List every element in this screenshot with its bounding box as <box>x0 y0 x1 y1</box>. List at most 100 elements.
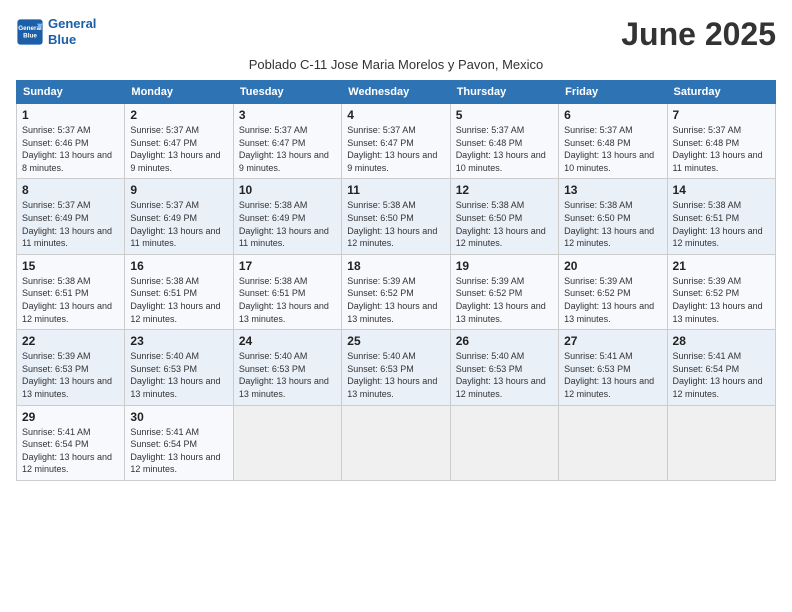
day-number: 3 <box>239 108 336 122</box>
table-row: 11 Sunrise: 5:38 AM Sunset: 6:50 PM Dayl… <box>342 179 450 254</box>
day-info: Sunrise: 5:38 AM Sunset: 6:49 PM Dayligh… <box>239 199 336 249</box>
table-row: 10 Sunrise: 5:38 AM Sunset: 6:49 PM Dayl… <box>233 179 341 254</box>
header: General Blue General Blue June 2025 <box>16 16 776 53</box>
day-number: 25 <box>347 334 444 348</box>
calendar-row: 15 Sunrise: 5:38 AM Sunset: 6:51 PM Dayl… <box>17 254 776 329</box>
day-info: Sunrise: 5:38 AM Sunset: 6:50 PM Dayligh… <box>347 199 444 249</box>
day-info: Sunrise: 5:41 AM Sunset: 6:54 PM Dayligh… <box>22 426 119 476</box>
table-row: 28 Sunrise: 5:41 AM Sunset: 6:54 PM Dayl… <box>667 330 775 405</box>
table-row: 6 Sunrise: 5:37 AM Sunset: 6:48 PM Dayli… <box>559 104 667 179</box>
day-number: 4 <box>347 108 444 122</box>
day-number: 9 <box>130 183 227 197</box>
day-info: Sunrise: 5:39 AM Sunset: 6:53 PM Dayligh… <box>22 350 119 400</box>
day-number: 19 <box>456 259 553 273</box>
table-row: 2 Sunrise: 5:37 AM Sunset: 6:47 PM Dayli… <box>125 104 233 179</box>
table-row: 22 Sunrise: 5:39 AM Sunset: 6:53 PM Dayl… <box>17 330 125 405</box>
header-tuesday: Tuesday <box>233 81 341 104</box>
day-info: Sunrise: 5:39 AM Sunset: 6:52 PM Dayligh… <box>347 275 444 325</box>
day-number: 12 <box>456 183 553 197</box>
header-thursday: Thursday <box>450 81 558 104</box>
table-row: 12 Sunrise: 5:38 AM Sunset: 6:50 PM Dayl… <box>450 179 558 254</box>
table-row: 5 Sunrise: 5:37 AM Sunset: 6:48 PM Dayli… <box>450 104 558 179</box>
day-number: 5 <box>456 108 553 122</box>
day-number: 18 <box>347 259 444 273</box>
day-info: Sunrise: 5:37 AM Sunset: 6:47 PM Dayligh… <box>347 124 444 174</box>
table-row: 29 Sunrise: 5:41 AM Sunset: 6:54 PM Dayl… <box>17 405 125 480</box>
day-info: Sunrise: 5:40 AM Sunset: 6:53 PM Dayligh… <box>456 350 553 400</box>
table-row <box>450 405 558 480</box>
header-wednesday: Wednesday <box>342 81 450 104</box>
day-info: Sunrise: 5:38 AM Sunset: 6:50 PM Dayligh… <box>456 199 553 249</box>
day-number: 10 <box>239 183 336 197</box>
logo: General Blue General Blue <box>16 16 96 47</box>
table-row: 14 Sunrise: 5:38 AM Sunset: 6:51 PM Dayl… <box>667 179 775 254</box>
table-row <box>342 405 450 480</box>
day-number: 20 <box>564 259 661 273</box>
table-row: 27 Sunrise: 5:41 AM Sunset: 6:53 PM Dayl… <box>559 330 667 405</box>
table-row: 17 Sunrise: 5:38 AM Sunset: 6:51 PM Dayl… <box>233 254 341 329</box>
day-number: 13 <box>564 183 661 197</box>
day-info: Sunrise: 5:38 AM Sunset: 6:51 PM Dayligh… <box>673 199 770 249</box>
day-info: Sunrise: 5:41 AM Sunset: 6:54 PM Dayligh… <box>673 350 770 400</box>
day-info: Sunrise: 5:37 AM Sunset: 6:46 PM Dayligh… <box>22 124 119 174</box>
svg-text:Blue: Blue <box>23 32 37 39</box>
day-number: 7 <box>673 108 770 122</box>
day-info: Sunrise: 5:41 AM Sunset: 6:53 PM Dayligh… <box>564 350 661 400</box>
calendar-row: 1 Sunrise: 5:37 AM Sunset: 6:46 PM Dayli… <box>17 104 776 179</box>
day-number: 30 <box>130 410 227 424</box>
header-sunday: Sunday <box>17 81 125 104</box>
header-monday: Monday <box>125 81 233 104</box>
table-row <box>233 405 341 480</box>
day-number: 27 <box>564 334 661 348</box>
table-row: 1 Sunrise: 5:37 AM Sunset: 6:46 PM Dayli… <box>17 104 125 179</box>
calendar-row: 22 Sunrise: 5:39 AM Sunset: 6:53 PM Dayl… <box>17 330 776 405</box>
table-row: 3 Sunrise: 5:37 AM Sunset: 6:47 PM Dayli… <box>233 104 341 179</box>
day-number: 1 <box>22 108 119 122</box>
day-info: Sunrise: 5:39 AM Sunset: 6:52 PM Dayligh… <box>456 275 553 325</box>
day-number: 14 <box>673 183 770 197</box>
day-info: Sunrise: 5:37 AM Sunset: 6:49 PM Dayligh… <box>22 199 119 249</box>
day-info: Sunrise: 5:38 AM Sunset: 6:51 PM Dayligh… <box>22 275 119 325</box>
table-row <box>667 405 775 480</box>
day-info: Sunrise: 5:39 AM Sunset: 6:52 PM Dayligh… <box>673 275 770 325</box>
calendar-row: 8 Sunrise: 5:37 AM Sunset: 6:49 PM Dayli… <box>17 179 776 254</box>
title-area: June 2025 <box>621 16 776 53</box>
table-row: 16 Sunrise: 5:38 AM Sunset: 6:51 PM Dayl… <box>125 254 233 329</box>
day-number: 24 <box>239 334 336 348</box>
table-row: 18 Sunrise: 5:39 AM Sunset: 6:52 PM Dayl… <box>342 254 450 329</box>
logo-line2: Blue <box>48 32 76 47</box>
day-info: Sunrise: 5:38 AM Sunset: 6:51 PM Dayligh… <box>239 275 336 325</box>
day-info: Sunrise: 5:37 AM Sunset: 6:49 PM Dayligh… <box>130 199 227 249</box>
day-info: Sunrise: 5:40 AM Sunset: 6:53 PM Dayligh… <box>130 350 227 400</box>
table-row: 26 Sunrise: 5:40 AM Sunset: 6:53 PM Dayl… <box>450 330 558 405</box>
day-info: Sunrise: 5:38 AM Sunset: 6:51 PM Dayligh… <box>130 275 227 325</box>
table-row: 21 Sunrise: 5:39 AM Sunset: 6:52 PM Dayl… <box>667 254 775 329</box>
day-info: Sunrise: 5:38 AM Sunset: 6:50 PM Dayligh… <box>564 199 661 249</box>
day-number: 17 <box>239 259 336 273</box>
logo-line1: General <box>48 16 96 31</box>
calendar-row: 29 Sunrise: 5:41 AM Sunset: 6:54 PM Dayl… <box>17 405 776 480</box>
table-row: 30 Sunrise: 5:41 AM Sunset: 6:54 PM Dayl… <box>125 405 233 480</box>
logo-icon: General Blue <box>16 18 44 46</box>
table-row: 13 Sunrise: 5:38 AM Sunset: 6:50 PM Dayl… <box>559 179 667 254</box>
day-info: Sunrise: 5:39 AM Sunset: 6:52 PM Dayligh… <box>564 275 661 325</box>
day-info: Sunrise: 5:37 AM Sunset: 6:47 PM Dayligh… <box>130 124 227 174</box>
table-row: 25 Sunrise: 5:40 AM Sunset: 6:53 PM Dayl… <box>342 330 450 405</box>
table-row: 20 Sunrise: 5:39 AM Sunset: 6:52 PM Dayl… <box>559 254 667 329</box>
day-info: Sunrise: 5:40 AM Sunset: 6:53 PM Dayligh… <box>239 350 336 400</box>
day-number: 28 <box>673 334 770 348</box>
day-number: 23 <box>130 334 227 348</box>
table-row: 4 Sunrise: 5:37 AM Sunset: 6:47 PM Dayli… <box>342 104 450 179</box>
day-info: Sunrise: 5:40 AM Sunset: 6:53 PM Dayligh… <box>347 350 444 400</box>
day-number: 8 <box>22 183 119 197</box>
month-title: June 2025 <box>621 16 776 53</box>
table-row <box>559 405 667 480</box>
table-row: 24 Sunrise: 5:40 AM Sunset: 6:53 PM Dayl… <box>233 330 341 405</box>
logo-text: General Blue <box>48 16 96 47</box>
day-number: 16 <box>130 259 227 273</box>
table-row: 23 Sunrise: 5:40 AM Sunset: 6:53 PM Dayl… <box>125 330 233 405</box>
day-number: 2 <box>130 108 227 122</box>
table-row: 9 Sunrise: 5:37 AM Sunset: 6:49 PM Dayli… <box>125 179 233 254</box>
day-number: 21 <box>673 259 770 273</box>
header-saturday: Saturday <box>667 81 775 104</box>
